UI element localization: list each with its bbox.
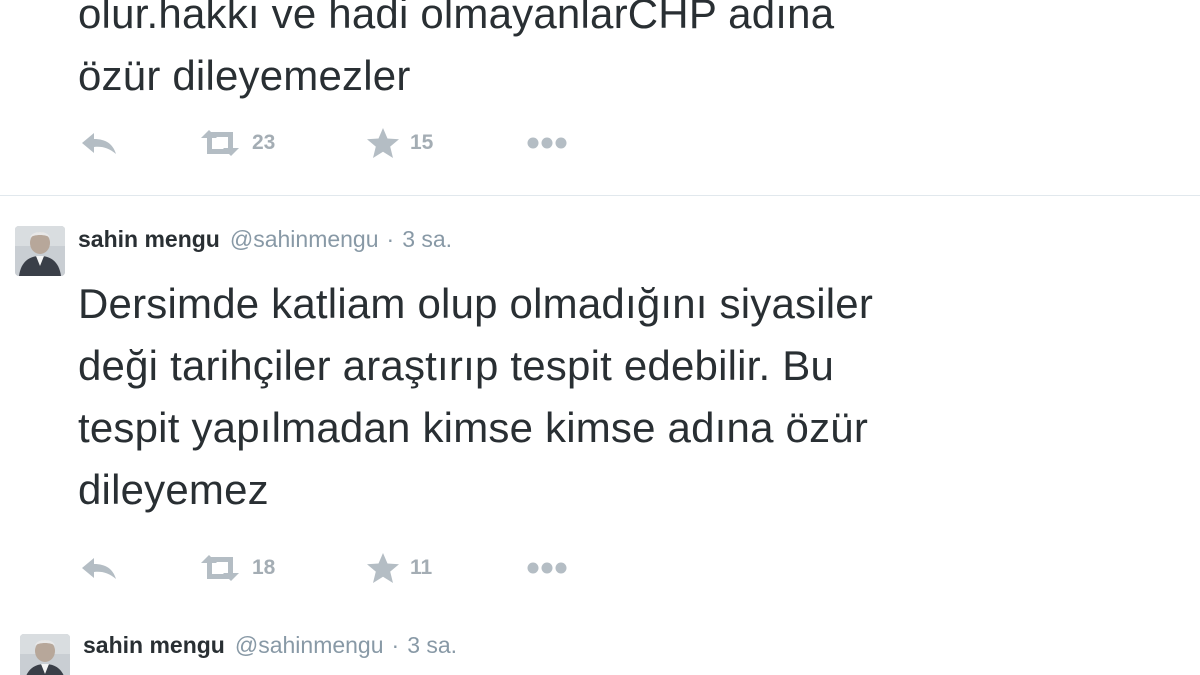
author-name[interactable]: sahin mengu	[83, 632, 225, 659]
retweet-icon	[198, 553, 242, 583]
retweet-icon	[198, 128, 242, 158]
tweet-timestamp[interactable]: 3 sa.	[407, 632, 457, 659]
favorite-button[interactable]: 15	[366, 126, 433, 160]
retweet-button[interactable]: 18	[198, 551, 275, 585]
tweet: sahin mengu @sahinmengu · 3 sa. Dersimde…	[0, 196, 1200, 616]
more-button[interactable]	[526, 551, 568, 585]
tweet-actions: 18 11	[80, 551, 640, 585]
tweet-text: olur.hakkı ve hadi olmayanlarCHP adına ö…	[78, 0, 835, 99]
author-handle[interactable]: @sahinmengu	[235, 632, 384, 659]
favorite-icon	[366, 552, 400, 584]
reply-icon	[80, 555, 118, 581]
favorite-button[interactable]: 11	[366, 551, 432, 585]
tweet-timeline: olur.hakkı ve hadi olmayanlarCHP adına ö…	[0, 0, 1200, 675]
favorite-count: 11	[410, 556, 433, 579]
tweet: sahin mengu @sahinmengu · 3 sa.	[0, 628, 1200, 675]
tweet-header: sahin mengu @sahinmengu · 3 sa.	[78, 226, 452, 256]
more-icon	[526, 136, 568, 150]
reply-button[interactable]	[80, 551, 118, 585]
favorite-icon	[366, 127, 400, 159]
retweet-count: 23	[252, 131, 276, 154]
retweet-count: 18	[252, 556, 276, 579]
separator-dot: ·	[391, 632, 400, 658]
reply-button[interactable]	[80, 126, 118, 160]
tweet-actions: 23 15	[80, 126, 640, 160]
more-button[interactable]	[526, 126, 568, 160]
tweet-timestamp[interactable]: 3 sa.	[402, 226, 452, 253]
reply-icon	[80, 130, 118, 156]
retweet-button[interactable]: 23	[198, 126, 275, 160]
author-handle[interactable]: @sahinmengu	[230, 226, 379, 253]
separator-dot: ·	[386, 226, 395, 252]
favorite-count: 15	[410, 131, 434, 154]
tweet: olur.hakkı ve hadi olmayanlarCHP adına ö…	[0, 0, 1200, 195]
avatar[interactable]	[20, 634, 70, 675]
avatar[interactable]	[15, 226, 65, 276]
tweet-text: Dersimde katliam olup olmadığını siyasil…	[78, 280, 874, 513]
author-name[interactable]: sahin mengu	[78, 226, 220, 253]
more-icon	[526, 561, 568, 575]
tweet-header: sahin mengu @sahinmengu · 3 sa.	[83, 632, 457, 662]
